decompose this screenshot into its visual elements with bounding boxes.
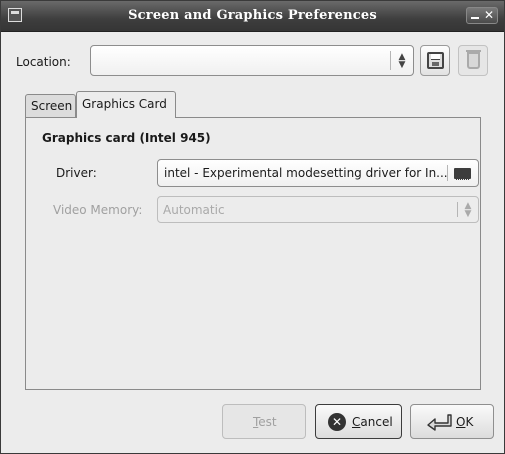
delete-location-button[interactable] <box>458 45 488 76</box>
graphics-card-icon <box>454 168 471 180</box>
cancel-button-label: Cancel <box>352 415 393 429</box>
close-icon[interactable]: ✕ <box>484 8 494 23</box>
ok-icon <box>427 414 452 431</box>
video-memory-label: Video Memory: <box>53 203 143 217</box>
combo-arrows-icon: ▲ ▼ <box>398 52 406 70</box>
cancel-icon: ✕ <box>328 413 346 431</box>
ok-button-label: OK <box>456 415 473 429</box>
location-label: Location: <box>16 55 71 69</box>
preferences-window: Screen and Graphics Preferences ✕ Locati… <box>0 0 505 454</box>
minimize-icon[interactable] <box>471 17 479 19</box>
cancel-button[interactable]: ✕ Cancel <box>315 404 402 439</box>
tab-screen[interactable]: Screen <box>25 94 76 117</box>
driver-label: Driver: <box>56 166 97 180</box>
video-memory-combo[interactable]: Automatic ▲ ▼ <box>157 196 479 223</box>
combo-separator <box>447 165 448 181</box>
combo-separator <box>390 51 391 70</box>
location-combo[interactable]: ▲ ▼ <box>90 45 414 76</box>
ok-label-rest: K <box>465 415 474 429</box>
section-title: Graphics card (Intel 945) <box>42 131 211 145</box>
combo-arrows-icon: ▲ ▼ <box>464 201 472 219</box>
window-controls: ✕ <box>466 7 498 24</box>
test-button[interactable]: Test <box>222 404 306 439</box>
driver-combo[interactable]: intel - Experimental modesetting driver … <box>157 159 479 187</box>
video-memory-value: Automatic <box>163 203 225 217</box>
tab-graphics-card[interactable]: Graphics Card <box>76 91 176 118</box>
delete-icon <box>466 50 481 69</box>
window-title: Screen and Graphics Preferences <box>128 8 377 23</box>
combo-separator <box>457 202 458 217</box>
ok-button[interactable]: OK <box>410 404 494 439</box>
graphics-card-panel <box>25 117 481 390</box>
tab-screen-label: Screen <box>31 99 73 113</box>
tab-graphics-card-label: Graphics Card <box>82 97 167 111</box>
save-icon <box>427 52 444 69</box>
save-location-button[interactable] <box>420 45 450 76</box>
driver-value: intel - Experimental modesetting driver … <box>164 166 448 180</box>
test-label-rest: est <box>258 415 277 429</box>
cancel-label-rest: ancel <box>360 415 393 429</box>
test-button-label: Test <box>253 415 277 429</box>
title-bar[interactable]: Screen and Graphics Preferences ✕ <box>1 1 504 32</box>
